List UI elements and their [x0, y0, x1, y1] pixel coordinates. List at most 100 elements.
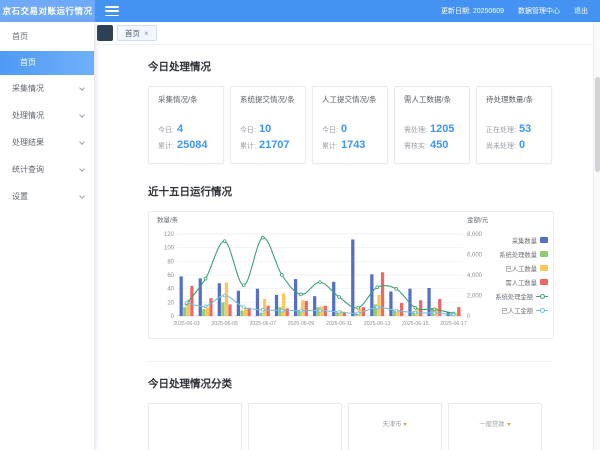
bar-采集数量[interactable] [218, 283, 221, 316]
legend-item-已人工金额[interactable]: 已人工金额 [493, 306, 548, 315]
legend-label: 系统处理数量 [499, 250, 537, 259]
hamburger-menu-icon[interactable] [105, 6, 119, 16]
bar-系统处理数量[interactable] [202, 309, 205, 316]
x-axis-label: 2025-06-11 [326, 321, 352, 327]
point-系统处理金额[interactable] [280, 274, 283, 277]
caret-down-icon [507, 423, 511, 426]
stat-label: 尚未处理: [486, 141, 516, 151]
data-center-link[interactable]: 数据管理中心 [518, 6, 560, 16]
bar-采集数量[interactable] [180, 276, 183, 316]
point-系统处理金额[interactable] [395, 287, 398, 290]
point-系统处理金额[interactable] [319, 281, 322, 284]
tab-home[interactable]: 首页 × [117, 25, 157, 41]
point-已人工金额[interactable] [338, 311, 341, 314]
point-已人工金额[interactable] [261, 308, 264, 311]
classify-card-3: 一般贷款 [448, 403, 542, 450]
right-axis-tick: 6,000 [467, 253, 483, 259]
stat-label: 今日: [158, 125, 174, 135]
bar-已人工数量[interactable] [225, 283, 228, 316]
point-已人工金额[interactable] [300, 309, 303, 312]
point-系统处理金额[interactable] [414, 306, 417, 309]
bar-采集数量[interactable] [275, 295, 278, 316]
legend-square-icon [540, 265, 548, 271]
legend-item-需人工数量[interactable]: 需人工数量 [493, 278, 548, 287]
point-系统处理金额[interactable] [242, 284, 245, 287]
caret-down-icon [403, 423, 407, 426]
point-已人工金额[interactable] [280, 309, 283, 312]
bar-已人工数量[interactable] [244, 308, 247, 316]
sidebar-item-3[interactable]: 统计查询 [0, 156, 94, 183]
point-已人工金额[interactable] [242, 306, 245, 309]
point-系统处理金额[interactable] [433, 308, 436, 311]
classify-card-filter[interactable]: 天津市 [349, 419, 441, 428]
point-系统处理金额[interactable] [338, 296, 341, 299]
bar-需人工数量[interactable] [190, 286, 193, 316]
point-已人工金额[interactable] [395, 309, 398, 312]
legend-item-系统处理数量[interactable]: 系统处理数量 [493, 250, 548, 259]
point-已人工金额[interactable] [433, 312, 436, 315]
bar-系统处理数量[interactable] [259, 313, 262, 316]
bar-系统处理数量[interactable] [183, 307, 186, 316]
bar-采集数量[interactable] [389, 291, 392, 316]
point-已人工金额[interactable] [204, 305, 207, 308]
bar-采集数量[interactable] [351, 239, 354, 316]
point-系统处理金额[interactable] [223, 240, 226, 243]
bar-采集数量[interactable] [370, 274, 373, 316]
legend-label: 采集数量 [512, 236, 537, 245]
point-已人工金额[interactable] [376, 306, 379, 309]
point-已人工金额[interactable] [452, 313, 455, 316]
point-已人工金额[interactable] [223, 294, 226, 297]
sidebar-collapse-button[interactable] [97, 25, 113, 41]
sidebar-item-0[interactable]: 采集情况 [0, 75, 94, 102]
classify-card-filter[interactable]: 一般贷款 [449, 419, 541, 428]
bar-已人工数量[interactable] [301, 300, 304, 316]
bar-采集数量[interactable] [313, 296, 316, 316]
bar-需人工数量[interactable] [209, 298, 212, 316]
stat-value: 4 [177, 123, 183, 135]
point-系统处理金额[interactable] [357, 306, 360, 309]
point-已人工金额[interactable] [185, 301, 188, 304]
classify-cards-row: 天津市一般贷款 [148, 403, 552, 450]
tab-home-label: 首页 [125, 28, 140, 39]
point-系统处理金额[interactable] [376, 286, 379, 289]
bar-需人工数量[interactable] [267, 306, 270, 316]
point-已人工金额[interactable] [319, 309, 322, 312]
point-系统处理金额[interactable] [261, 236, 264, 239]
sidebar-item-1[interactable]: 处理情况 [0, 102, 94, 129]
legend-item-采集数量[interactable]: 采集数量 [493, 236, 548, 245]
point-已人工金额[interactable] [357, 312, 360, 315]
point-已人工金额[interactable] [414, 311, 417, 314]
legend-item-系统处理金额[interactable]: 系统处理金额 [493, 292, 548, 301]
bar-已人工数量[interactable] [206, 307, 209, 316]
bar-系统处理数量[interactable] [240, 311, 243, 316]
legend-item-已人工数量[interactable]: 已人工数量 [493, 264, 548, 273]
sidebar-item-home-active[interactable]: 首页 [0, 51, 94, 75]
point-系统处理金额[interactable] [204, 277, 207, 280]
tab-close-icon[interactable]: × [144, 29, 149, 38]
bar-已人工数量[interactable] [377, 295, 380, 316]
classify-card-1 [248, 403, 342, 450]
scrollbar-thumb[interactable] [595, 77, 600, 172]
stat-card-row: 今日:10 [240, 123, 296, 135]
bar-需人工数量[interactable] [381, 272, 384, 316]
logout-link[interactable]: 退出 [574, 6, 588, 16]
content-scrollbar[interactable] [593, 22, 600, 450]
sidebar-group-home[interactable]: 首页 [0, 22, 94, 51]
bar-已人工数量[interactable] [282, 293, 285, 316]
classify-card-0 [148, 403, 242, 450]
sidebar-item-2[interactable]: 处理结果 [0, 129, 94, 156]
bar-需人工数量[interactable] [400, 303, 403, 316]
bar-需人工数量[interactable] [419, 300, 422, 316]
bar-采集数量[interactable] [256, 289, 259, 316]
sidebar-item-4[interactable]: 设置 [0, 183, 94, 210]
bar-已人工数量[interactable] [263, 299, 266, 316]
bar-需人工数量[interactable] [305, 301, 308, 316]
bar-系统处理数量[interactable] [221, 302, 224, 316]
point-系统处理金额[interactable] [300, 293, 303, 296]
bar-需人工数量[interactable] [286, 308, 289, 316]
bar-需人工数量[interactable] [457, 307, 460, 316]
bar-需人工数量[interactable] [228, 304, 231, 316]
stat-card-4: 待处理数量/条正在处理:53尚未处理:0 [476, 86, 552, 164]
stat-card-title: 采集情况/条 [158, 94, 214, 105]
bar-采集数量[interactable] [427, 288, 430, 316]
